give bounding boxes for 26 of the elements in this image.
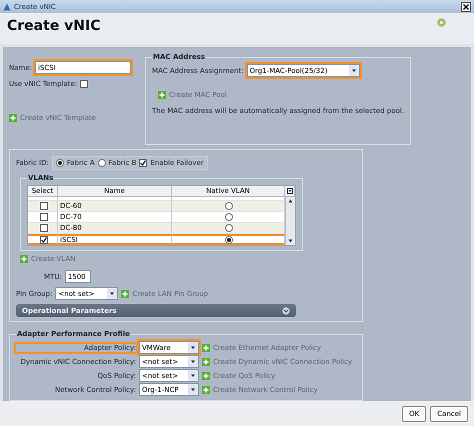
- radio-button[interactable]: [56, 159, 64, 168]
- checkbox[interactable]: [40, 224, 48, 232]
- add-icon: [202, 344, 210, 352]
- checkbox[interactable]: [40, 202, 48, 210]
- add-icon: [202, 386, 210, 394]
- checkbox[interactable]: [40, 213, 48, 222]
- add-icon: [121, 290, 130, 298]
- checkbox[interactable]: [139, 159, 148, 168]
- checkbox[interactable]: [40, 236, 48, 244]
- scrollbar[interactable]: [285, 197, 295, 246]
- column-menu-icon[interactable]: [285, 186, 295, 198]
- radio-button[interactable]: [225, 202, 233, 210]
- radio-button[interactable]: [98, 159, 106, 168]
- radio-button[interactable]: [225, 213, 233, 222]
- radio-button[interactable]: [225, 236, 233, 244]
- add-icon: [202, 372, 210, 380]
- add-icon: [20, 255, 28, 264]
- add-icon: [158, 91, 166, 100]
- dialog-title: Create vNIC: [7, 18, 101, 34]
- close-button[interactable]: [461, 2, 471, 12]
- checkbox[interactable]: [80, 80, 88, 88]
- add-icon: [202, 358, 210, 366]
- scroll-up-icon[interactable]: [286, 197, 295, 206]
- app-icon: [3, 2, 11, 11]
- add-icon: [9, 114, 17, 122]
- radio-button[interactable]: [225, 224, 233, 232]
